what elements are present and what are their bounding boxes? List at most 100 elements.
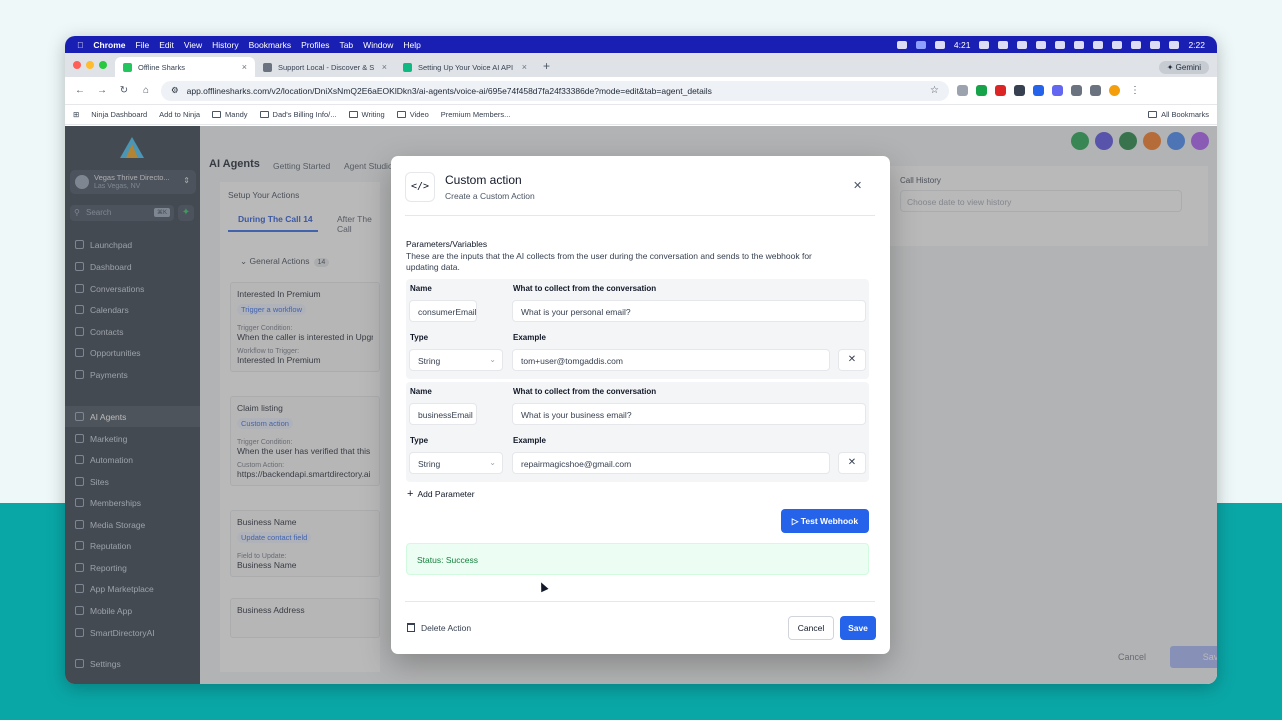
divider (405, 215, 875, 216)
bookmark-add-to-ninja[interactable]: Add to Ninja (159, 110, 200, 119)
clock[interactable]: 2:22 (1188, 40, 1205, 50)
control-center-icon[interactable] (1169, 40, 1180, 49)
add-parameter-button[interactable]: + Add Parameter (407, 488, 475, 500)
parameter-block: Name What to collect from the conversati… (406, 279, 869, 379)
name-label: Name (410, 284, 432, 293)
code-icon: </> (405, 172, 435, 202)
save-button[interactable]: Save (840, 616, 876, 640)
site-info-icon[interactable]: ⚙ (171, 85, 179, 96)
param-name-input[interactable]: businessEmail (409, 403, 477, 425)
menu-help[interactable]: Help (403, 40, 420, 50)
close-tab-icon[interactable]: × (522, 62, 527, 72)
forward-icon[interactable]: → (95, 85, 109, 96)
bookmark-star-icon[interactable]: ☆ (930, 85, 939, 96)
gemini-button[interactable]: ✦ Gemini (1158, 61, 1209, 74)
bookmark-ninja-dashboard[interactable]: Ninja Dashboard (91, 110, 147, 119)
menu-view[interactable]: View (184, 40, 202, 50)
favicon (403, 62, 412, 72)
close-tab-icon[interactable]: × (242, 62, 247, 72)
status-icon[interactable] (1055, 40, 1066, 49)
play-icon: ▷ (791, 516, 799, 526)
remove-parameter-button[interactable]: ✕ (838, 349, 866, 371)
tab-title: Support Local - Discover & S (278, 62, 375, 72)
chevron-down-icon: ⌄ (489, 355, 496, 364)
menu-profiles[interactable]: Profiles (301, 40, 329, 50)
bookmark-writing[interactable]: Writing (348, 110, 385, 119)
zoom-window-button[interactable] (99, 61, 107, 69)
bookmark-label: Ninja Dashboard (91, 110, 148, 119)
extension-icon[interactable] (976, 85, 987, 96)
delete-action-label: Delete Action (421, 623, 472, 633)
param-type-select[interactable]: String ⌄ (409, 452, 503, 474)
status-icon[interactable] (896, 40, 907, 49)
menu-edit[interactable]: Edit (159, 40, 174, 50)
close-icon[interactable]: ✕ (853, 179, 862, 192)
status-icon[interactable] (1112, 40, 1123, 49)
delete-action-button[interactable]: Delete Action (407, 623, 471, 633)
menu-window[interactable]: Window (363, 40, 393, 50)
bookmark-premium-members[interactable]: Premium Members... (441, 110, 511, 119)
close-window-button[interactable] (73, 61, 81, 69)
tab-support-local[interactable]: Support Local - Discover & S × (255, 57, 395, 77)
status-icon[interactable] (934, 40, 945, 49)
menu-file[interactable]: File (136, 40, 150, 50)
side-panel-icon[interactable] (1090, 85, 1101, 96)
new-tab-button[interactable]: + (535, 59, 558, 77)
bookmark-video[interactable]: Video (396, 110, 429, 119)
menu-app-name[interactable]: Chrome (93, 40, 125, 50)
bookmark-label: Video (409, 110, 429, 119)
minimize-window-button[interactable] (86, 61, 94, 69)
param-collect-input[interactable]: What is your business email? (512, 403, 866, 425)
extension-icon[interactable] (1014, 85, 1025, 96)
tab-offline-sharks[interactable]: Offline Sharks × (115, 57, 255, 77)
bookmark-label: Premium Members... (440, 110, 511, 119)
status-icon[interactable] (979, 40, 990, 49)
param-example-input[interactable]: repairmagicshoe@gmail.com (512, 452, 830, 474)
bookmark-dads-billing[interactable]: Dad's Billing Info/... (259, 110, 337, 119)
dropbox-icon[interactable] (1017, 40, 1028, 49)
tab-title: Offline Sharks (138, 62, 185, 72)
param-collect-input[interactable]: What is your personal email? (512, 300, 866, 322)
reload-icon[interactable]: ↻ (117, 85, 131, 96)
folder-icon (259, 111, 269, 118)
folder-icon (212, 111, 222, 118)
param-example-input[interactable]: tom+user@tomgaddis.com (512, 349, 830, 371)
bookmark-label: Writing (361, 110, 385, 119)
battery-icon[interactable] (1150, 40, 1161, 49)
profile-avatar[interactable] (1109, 85, 1120, 96)
status-icon[interactable] (915, 40, 926, 49)
cancel-button[interactable]: Cancel (788, 616, 834, 640)
browser-toolbar: ← → ↻ ⌂ ⚙ app.offlinesharks.com/v2/locat… (65, 77, 1217, 105)
status-icon[interactable] (1093, 40, 1104, 49)
test-webhook-button[interactable]: ▷ Test Webhook (781, 509, 869, 533)
apple-icon[interactable]:  (77, 40, 83, 50)
all-bookmarks[interactable]: All Bookmarks (1148, 110, 1209, 119)
menu-history[interactable]: History (212, 40, 238, 50)
apps-grid-icon[interactable]: ⊞ (73, 110, 79, 119)
param-type-select[interactable]: String ⌄ (409, 349, 503, 371)
timer-readout[interactable]: 4:21 (954, 40, 971, 50)
close-tab-icon[interactable]: × (382, 62, 387, 72)
extension-icon[interactable] (995, 85, 1006, 96)
address-bar[interactable]: ⚙ app.offlinesharks.com/v2/location/DniX… (161, 80, 949, 101)
search-icon[interactable] (1074, 40, 1085, 49)
home-icon[interactable]: ⌂ (139, 85, 153, 96)
status-icon[interactable] (1036, 40, 1047, 49)
section-heading: Parameters/Variables (406, 239, 488, 249)
wifi-icon[interactable] (1131, 40, 1142, 49)
bookmark-mandy[interactable]: Mandy (212, 110, 248, 119)
custom-action-modal: </> Custom action Create a Custom Action… (391, 156, 890, 654)
extensions-puzzle-icon[interactable] (1071, 85, 1082, 96)
param-name-input[interactable]: consumerEmail (409, 300, 477, 322)
kebab-menu-icon[interactable]: ⋮ (1128, 85, 1142, 96)
extension-icon[interactable] (1052, 85, 1063, 96)
remove-parameter-button[interactable]: ✕ (838, 452, 866, 474)
back-icon[interactable]: ← (73, 85, 87, 96)
extension-icon[interactable] (957, 85, 968, 96)
menu-tab[interactable]: Tab (339, 40, 353, 50)
status-icon[interactable] (998, 40, 1009, 49)
menu-bookmarks[interactable]: Bookmarks (249, 40, 292, 50)
extension-icon[interactable] (1033, 85, 1044, 96)
bookmark-label: Dad's Billing Info/... (272, 110, 337, 119)
tab-voice-ai-api[interactable]: Setting Up Your Voice AI API × (395, 57, 535, 77)
